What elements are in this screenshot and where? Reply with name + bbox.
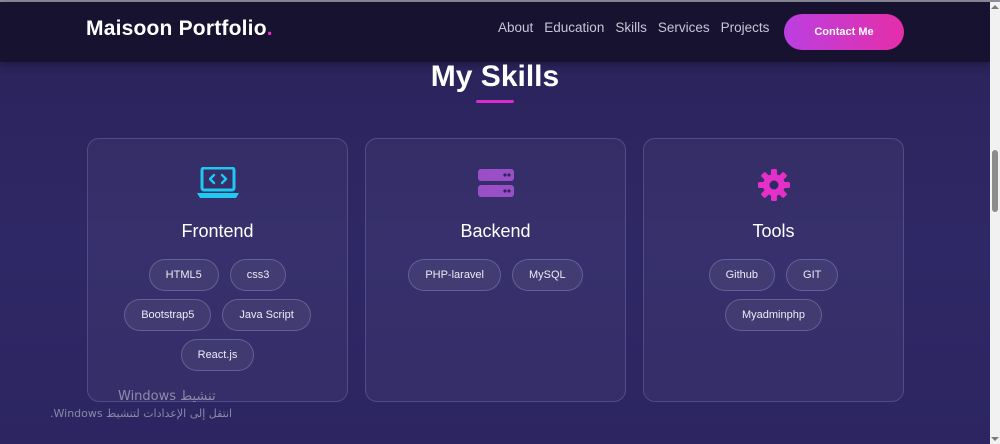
chip-list: Github GIT Myadminphp	[664, 259, 883, 331]
skill-chip: MySQL	[512, 259, 583, 291]
section-title: My Skills	[430, 60, 560, 93]
nav-link-skills[interactable]: Skills	[615, 20, 647, 35]
skill-chip: GIT	[786, 259, 839, 291]
navbar: Maisoon Portfolio. About Education Skill…	[0, 2, 990, 62]
nav-link-projects[interactable]: Projects	[721, 20, 770, 35]
scroll-down-arrow-icon[interactable]	[991, 437, 999, 441]
skill-chip: HTML5	[148, 259, 219, 291]
skill-card-backend: Backend PHP-laravel MySQL	[365, 138, 626, 402]
windows-activation-title: تنشيط Windows	[118, 389, 216, 404]
chip-list: HTML5 css3 Bootstrap5 Java Script React.…	[108, 259, 327, 371]
nav-link-education[interactable]: Education	[544, 20, 604, 35]
nav-link-about[interactable]: About	[498, 20, 533, 35]
gear-icon	[644, 167, 903, 207]
scroll-up-arrow-icon[interactable]	[991, 5, 999, 9]
nav-links: About Education Skills Services Projects	[498, 20, 769, 35]
skill-chip: PHP-laravel	[408, 259, 501, 291]
page-scrollbar[interactable]	[990, 2, 1000, 444]
brand-logo[interactable]: Maisoon Portfolio.	[86, 17, 273, 41]
card-title: Tools	[752, 221, 795, 241]
skill-chip: Github	[708, 259, 776, 291]
nav-link-services[interactable]: Services	[658, 20, 710, 35]
scrollbar-thumb[interactable]	[992, 150, 998, 212]
laptop-code-icon	[88, 167, 347, 207]
contact-me-button[interactable]: Contact Me	[784, 14, 904, 50]
skill-chip: Myadminphp	[725, 299, 822, 331]
skill-chip: css3	[229, 259, 287, 291]
skill-card-tools: Tools Github GIT Myadminphp	[643, 138, 904, 402]
windows-activation-subtitle: انتقل إلى الإعدادات لتنشيط Windows.	[50, 407, 233, 420]
card-title: Backend	[460, 221, 531, 241]
skill-card-frontend: Frontend HTML5 css3 Bootstrap5 Java Scri…	[87, 138, 348, 402]
chip-list: PHP-laravel MySQL	[386, 259, 605, 291]
card-title: Frontend	[181, 221, 254, 241]
skill-chip: Bootstrap5	[124, 299, 212, 331]
skill-chip: Java Script	[222, 299, 311, 331]
brand-name: Maisoon Portfolio	[86, 17, 267, 40]
title-underline	[476, 100, 514, 103]
skill-chip: React.js	[180, 339, 255, 371]
brand-dot: .	[266, 17, 273, 40]
server-icon	[366, 167, 625, 207]
